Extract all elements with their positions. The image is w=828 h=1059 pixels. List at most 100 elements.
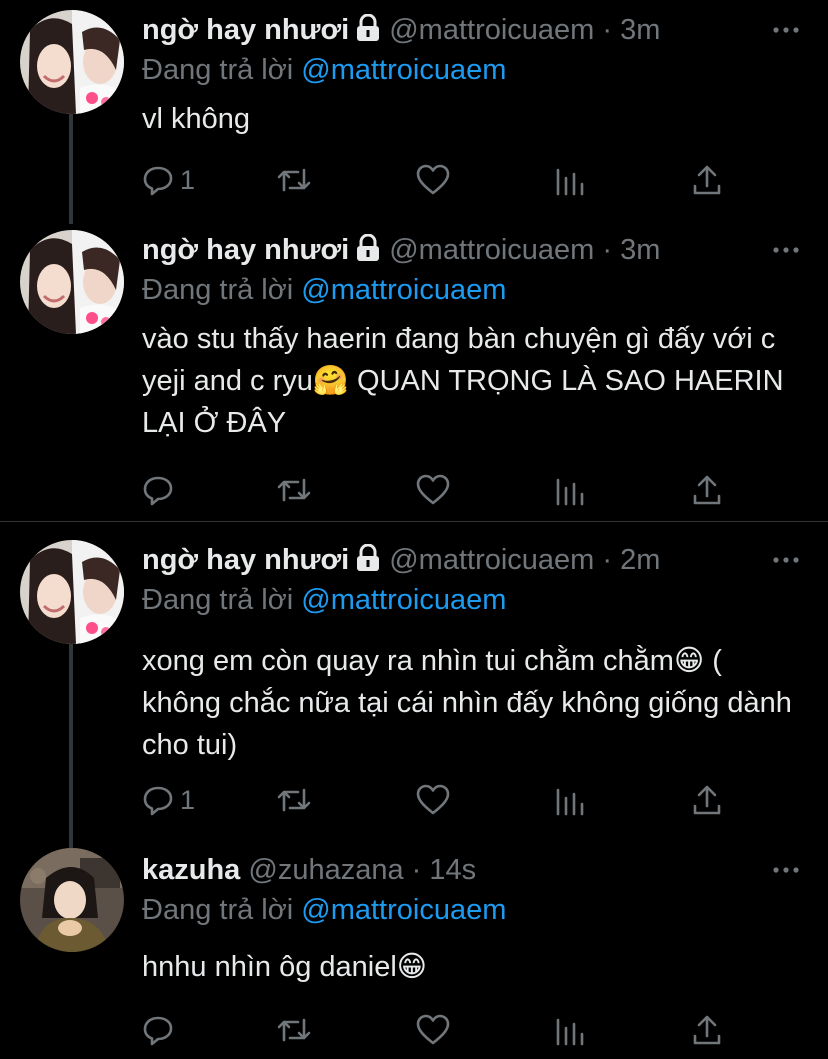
views-button[interactable] bbox=[555, 782, 585, 818]
share-button[interactable] bbox=[692, 1012, 722, 1048]
reply-button[interactable]: 1 bbox=[142, 162, 195, 198]
reply-context: Đang trả lời @mattroicuaem bbox=[142, 52, 506, 88]
tweet[interactable]: kazuha @zuhazana · 14s Đang trả lời @mat… bbox=[0, 840, 828, 1059]
like-button[interactable] bbox=[416, 472, 450, 508]
retweet-icon bbox=[276, 164, 312, 196]
tweet-text: xong em còn quay ra nhìn tui chằm chằm😁 … bbox=[142, 645, 792, 761]
views-button[interactable] bbox=[555, 472, 585, 508]
avatar-photo bbox=[20, 230, 124, 334]
display-name[interactable]: ngờ hay nhươi bbox=[142, 14, 349, 46]
heart-icon bbox=[416, 474, 450, 506]
tweet-header: ngờ hay nhươi @mattroicuaem · 3m bbox=[142, 12, 758, 51]
tweet-actions: 1 bbox=[142, 782, 728, 818]
reply-button[interactable] bbox=[142, 472, 180, 508]
retweet-icon bbox=[276, 1014, 312, 1046]
heart-icon bbox=[416, 784, 450, 816]
avatar[interactable] bbox=[20, 230, 124, 334]
avatar[interactable] bbox=[20, 540, 124, 644]
display-name[interactable]: ngờ hay nhươi bbox=[142, 544, 349, 576]
timestamp[interactable]: 3m bbox=[620, 234, 660, 266]
user-handle[interactable]: @mattroicuaem bbox=[389, 14, 594, 46]
share-icon bbox=[692, 784, 722, 816]
more-horizontal-icon[interactable] bbox=[772, 860, 800, 880]
reply-icon bbox=[142, 1014, 174, 1046]
share-icon bbox=[692, 164, 722, 196]
more-horizontal-icon[interactable] bbox=[772, 550, 800, 570]
tweet[interactable]: ngờ hay nhươi @mattroicuaem · 2m Đang trả… bbox=[0, 530, 828, 850]
heart-icon bbox=[416, 164, 450, 196]
avatar[interactable] bbox=[20, 10, 124, 114]
reply-mention-link[interactable]: @mattroicuaem bbox=[301, 584, 506, 616]
like-button[interactable] bbox=[416, 782, 450, 818]
views-chart-icon bbox=[555, 1014, 585, 1046]
share-button[interactable] bbox=[692, 472, 722, 508]
views-button[interactable] bbox=[555, 1012, 585, 1048]
share-button[interactable] bbox=[692, 162, 722, 198]
reply-prefix: Đang trả lời bbox=[142, 584, 294, 616]
like-button[interactable] bbox=[416, 162, 450, 198]
tweet-text: vl không bbox=[142, 103, 251, 135]
reply-icon bbox=[142, 474, 174, 506]
avatar[interactable] bbox=[20, 848, 124, 952]
more-horizontal-icon[interactable] bbox=[772, 240, 800, 260]
thread-line bbox=[69, 642, 73, 850]
lock-icon bbox=[355, 233, 381, 271]
lock-icon bbox=[355, 13, 381, 51]
heart-icon bbox=[416, 1014, 450, 1046]
reply-icon bbox=[142, 784, 174, 816]
tweet[interactable]: ngờ hay nhươi @mattroicuaem · 3m Đang trả… bbox=[0, 0, 828, 224]
separator-dot: · bbox=[411, 854, 422, 886]
timestamp[interactable]: 14s bbox=[429, 854, 476, 886]
separator-dot: · bbox=[602, 14, 613, 46]
retweet-button[interactable] bbox=[276, 472, 312, 508]
avatar-photo bbox=[20, 540, 124, 644]
reply-prefix: Đang trả lời bbox=[142, 894, 294, 926]
reply-mention-link[interactable]: @mattroicuaem bbox=[301, 894, 506, 926]
separator-dot: · bbox=[602, 234, 613, 266]
tweet-header: ngờ hay nhươi @mattroicuaem · 3m bbox=[142, 232, 758, 271]
retweet-icon bbox=[276, 784, 312, 816]
tweet-divider bbox=[0, 521, 828, 522]
user-handle[interactable]: @mattroicuaem bbox=[389, 234, 594, 266]
reply-mention-link[interactable]: @mattroicuaem bbox=[301, 274, 506, 306]
retweet-icon bbox=[276, 474, 312, 506]
tweet-actions bbox=[142, 1012, 728, 1048]
avatar-photo bbox=[20, 10, 124, 114]
reply-icon bbox=[142, 164, 174, 196]
display-name[interactable]: kazuha bbox=[142, 854, 240, 886]
reply-prefix: Đang trả lời bbox=[142, 274, 294, 306]
lock-icon bbox=[355, 543, 381, 581]
retweet-button[interactable] bbox=[276, 782, 312, 818]
tweet-actions bbox=[142, 472, 728, 508]
views-chart-icon bbox=[555, 784, 585, 816]
tweet[interactable]: ngờ hay nhươi @mattroicuaem · 3m Đang trả… bbox=[0, 220, 828, 520]
reply-count: 1 bbox=[180, 784, 196, 815]
reply-context: Đang trả lời @mattroicuaem bbox=[142, 582, 506, 618]
reply-context: Đang trả lời @mattroicuaem bbox=[142, 892, 506, 928]
thread-line bbox=[69, 112, 73, 224]
reply-button[interactable]: 1 bbox=[142, 782, 195, 818]
tweet-feed: ngờ hay nhươi @mattroicuaem · 3m Đang trả… bbox=[0, 0, 828, 1059]
user-handle[interactable]: @zuhazana bbox=[248, 854, 403, 886]
tweet-text: vào stu thấy haerin đang bàn chuyện gì đ… bbox=[142, 323, 784, 439]
retweet-button[interactable] bbox=[276, 162, 312, 198]
display-name[interactable]: ngờ hay nhươi bbox=[142, 234, 349, 266]
share-icon bbox=[692, 1014, 722, 1046]
reply-context: Đang trả lời @mattroicuaem bbox=[142, 272, 506, 308]
tweet-actions: 1 bbox=[142, 162, 728, 198]
tweet-text: hnhu nhìn ôg daniel😁 bbox=[142, 951, 428, 983]
more-horizontal-icon[interactable] bbox=[772, 20, 800, 40]
timestamp[interactable]: 3m bbox=[620, 14, 660, 46]
views-chart-icon bbox=[555, 164, 585, 196]
reply-prefix: Đang trả lời bbox=[142, 54, 294, 86]
user-handle[interactable]: @mattroicuaem bbox=[389, 544, 594, 576]
reply-count: 1 bbox=[180, 164, 196, 195]
views-button[interactable] bbox=[555, 162, 585, 198]
share-button[interactable] bbox=[692, 782, 722, 818]
like-button[interactable] bbox=[416, 1012, 450, 1048]
share-icon bbox=[692, 474, 722, 506]
retweet-button[interactable] bbox=[276, 1012, 312, 1048]
reply-button[interactable] bbox=[142, 1012, 180, 1048]
timestamp[interactable]: 2m bbox=[620, 544, 660, 576]
reply-mention-link[interactable]: @mattroicuaem bbox=[301, 54, 506, 86]
